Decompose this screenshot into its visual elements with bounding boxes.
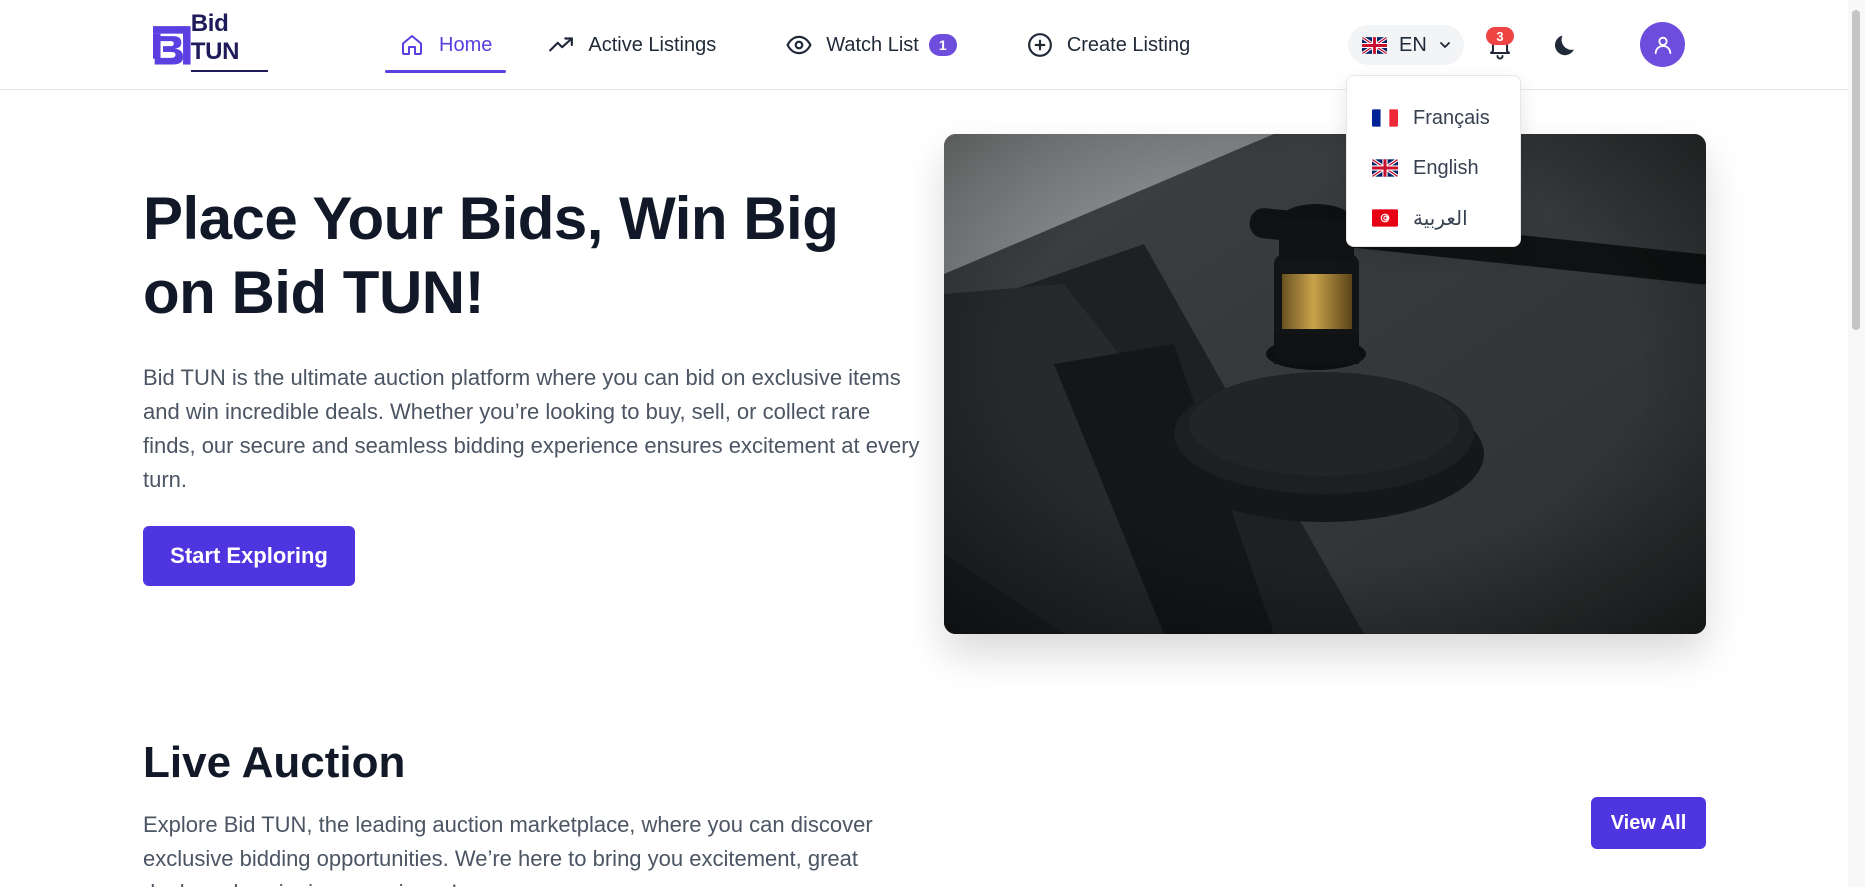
- france-flag-icon: [1372, 109, 1398, 127]
- live-auction-title: Live Auction: [143, 738, 406, 787]
- logo-mark-icon: [153, 26, 191, 65]
- chevron-down-icon: [1439, 42, 1450, 48]
- home-icon: [399, 32, 425, 58]
- language-dropdown-menu: Français English العربية: [1346, 75, 1521, 247]
- eye-icon: [786, 32, 812, 58]
- gavel-photo-icon: [944, 134, 1706, 634]
- nav-active-listings-label: Active Listings: [588, 33, 717, 56]
- watch-list-count-badge: 1: [928, 34, 957, 56]
- top-navbar: Bid TUN Home Active Listings Watch List …: [0, 0, 1848, 90]
- hero-description: Bid TUN is the ultimate auction platform…: [143, 365, 920, 492]
- language-code: EN: [1399, 33, 1427, 56]
- nav-create-listing[interactable]: Create Listing: [1027, 0, 1190, 90]
- nav-watch-list[interactable]: Watch List 1: [786, 0, 957, 90]
- nav-home-label: Home: [439, 33, 493, 56]
- language-option-label: العربية: [1413, 207, 1468, 230]
- tunisia-flag-icon: [1372, 209, 1398, 227]
- uk-flag-icon: [1362, 36, 1387, 54]
- notification-count-badge: 3: [1486, 27, 1514, 45]
- start-exploring-button[interactable]: Start Exploring: [143, 526, 355, 586]
- view-all-button[interactable]: View All: [1591, 797, 1706, 849]
- language-option-english[interactable]: English: [1347, 143, 1520, 193]
- hero-title-line-2: on Bid TUN!: [143, 259, 485, 326]
- uk-flag-icon: [1372, 159, 1398, 177]
- plus-circle-icon: [1027, 32, 1053, 58]
- language-option-label: English: [1413, 156, 1479, 179]
- hero-image: [944, 134, 1706, 634]
- hero-title: Place Your Bids, Win Big on Bid TUN!: [143, 182, 943, 330]
- nav-watch-list-label: Watch List: [826, 33, 919, 56]
- language-option-french[interactable]: Français: [1347, 93, 1520, 143]
- live-auction-description: Explore Bid TUN, the leading auction mar…: [143, 812, 873, 887]
- moon-icon[interactable]: [1553, 30, 1581, 58]
- language-option-label: Français: [1413, 106, 1490, 129]
- language-selector[interactable]: EN: [1348, 25, 1464, 65]
- user-avatar-button[interactable]: [1640, 22, 1685, 67]
- brand-name: Bid TUN: [190, 10, 268, 72]
- user-icon: [1654, 36, 1671, 54]
- hero-title-line-1: Place Your Bids, Win Big: [143, 185, 839, 252]
- trending-up-icon: [548, 32, 574, 58]
- nav-home[interactable]: Home: [385, 0, 507, 90]
- language-option-arabic[interactable]: العربية: [1347, 193, 1520, 243]
- nav-active-listings[interactable]: Active Listings: [548, 0, 716, 90]
- nav-create-listing-label: Create Listing: [1066, 33, 1191, 56]
- brand-logo[interactable]: Bid TUN: [153, 10, 268, 72]
- page-scrollbar-thumb[interactable]: [1852, 10, 1860, 330]
- main-nav: Home Active Listings Watch List 1 Create…: [385, 0, 1190, 90]
